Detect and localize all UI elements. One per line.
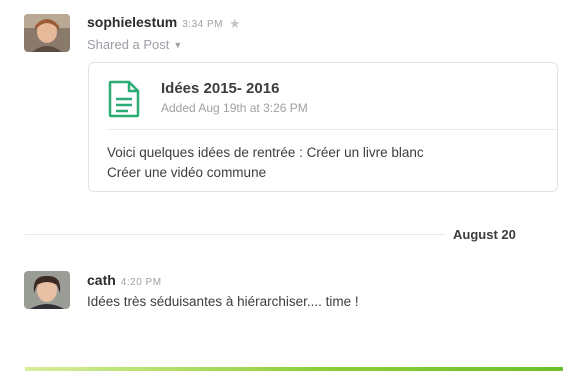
username[interactable]: cath bbox=[87, 272, 116, 288]
shared-post-subline[interactable]: Shared a Post ▼ bbox=[87, 37, 182, 52]
timestamp[interactable]: 4:20 PM bbox=[121, 277, 162, 288]
day-divider-label: August 20 bbox=[453, 227, 516, 242]
star-icon[interactable]: ★ bbox=[229, 16, 241, 31]
loading-progress-bar bbox=[25, 367, 563, 371]
post-added-date: Added Aug 19th at 3:26 PM bbox=[161, 101, 308, 115]
post-card[interactable]: Idées 2015- 2016 Added Aug 19th at 3:26 … bbox=[88, 62, 558, 192]
day-divider-line bbox=[25, 234, 445, 235]
message-header: cath 4:20 PM bbox=[87, 272, 162, 290]
subline-text: Shared a Post bbox=[87, 37, 170, 52]
post-preview: Voici quelques idées de rentrée : Créer … bbox=[107, 143, 424, 183]
timestamp[interactable]: 3:34 PM bbox=[182, 19, 223, 30]
document-icon bbox=[108, 80, 140, 123]
card-divider bbox=[107, 129, 557, 130]
username[interactable]: sophielestum bbox=[87, 14, 177, 30]
preview-line: Voici quelques idées de rentrée : Créer … bbox=[107, 145, 424, 160]
post-title[interactable]: Idées 2015- 2016 bbox=[161, 80, 279, 97]
message-header: sophielestum 3:34 PM ★ bbox=[87, 14, 241, 32]
message-text: Idées très séduisantes à hiérarchiser...… bbox=[87, 294, 359, 309]
avatar-sophielestum[interactable] bbox=[24, 14, 70, 52]
caret-down-icon: ▼ bbox=[173, 40, 183, 50]
avatar-cath[interactable] bbox=[24, 271, 70, 309]
preview-line: Créer une vidéo commune bbox=[107, 165, 267, 180]
